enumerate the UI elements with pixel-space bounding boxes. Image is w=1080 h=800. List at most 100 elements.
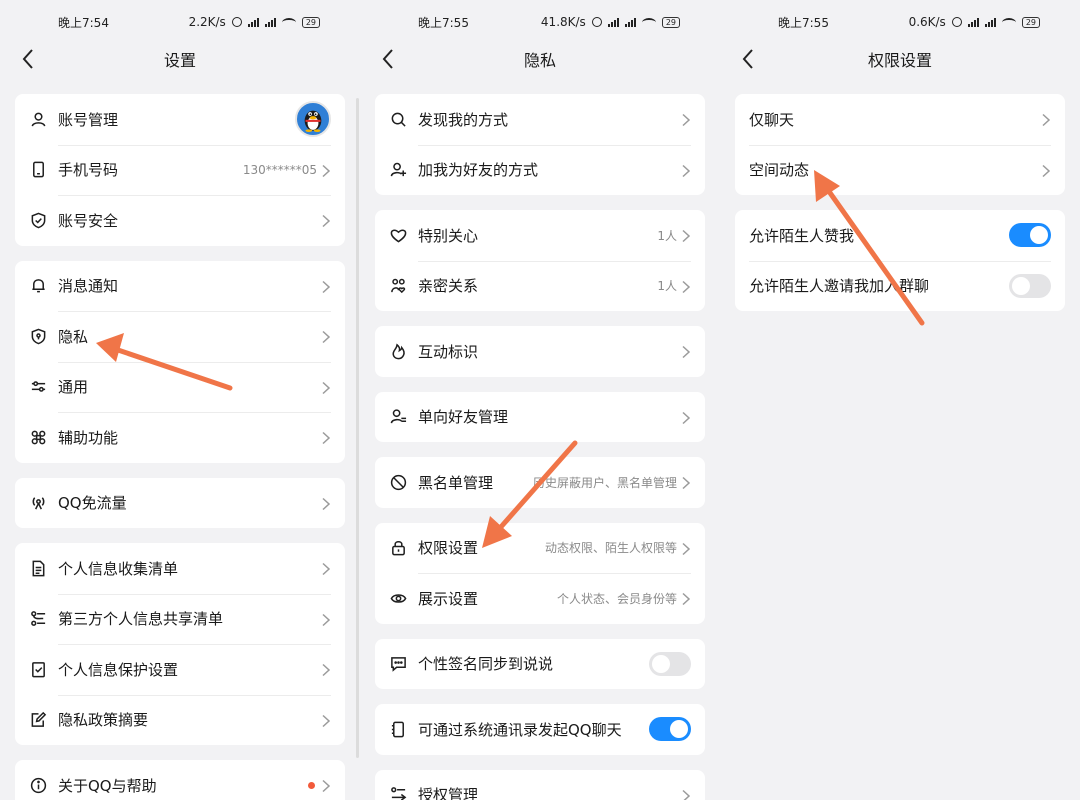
chevron-right-icon bbox=[1042, 164, 1051, 177]
row-label: 账号安全 bbox=[58, 211, 119, 230]
chevron-right-icon bbox=[681, 410, 691, 424]
settings-row[interactable]: 加我为好友的方式 bbox=[375, 144, 705, 196]
settings-group: 账号管理 手机号码 130******05 账号安全 bbox=[15, 94, 345, 246]
row-value: 1人 bbox=[657, 279, 677, 294]
document-list-icon bbox=[29, 559, 47, 577]
notification-dot bbox=[308, 781, 315, 789]
chevron-right-icon bbox=[321, 612, 331, 626]
search-icon bbox=[389, 110, 407, 128]
toggle-switch[interactable] bbox=[1009, 223, 1051, 248]
network-speed: 0.6K/s bbox=[908, 15, 946, 29]
settings-row[interactable]: 授权管理 bbox=[375, 770, 705, 800]
row-value: 1人 bbox=[657, 228, 677, 243]
settings-row[interactable]: 隐私 bbox=[15, 311, 345, 362]
settings-row[interactable]: 个人信息保护设置 bbox=[15, 644, 345, 695]
chevron-right-icon bbox=[1042, 114, 1051, 127]
row-label: 单向好友管理 bbox=[418, 408, 509, 427]
row-label: 个性签名同步到说说 bbox=[418, 655, 554, 674]
row-label: 通用 bbox=[58, 378, 89, 397]
chevron-right-icon bbox=[322, 613, 331, 626]
settings-group: 关于QQ与帮助 bbox=[15, 760, 345, 800]
toggle-switch[interactable] bbox=[649, 651, 691, 676]
status-bar: 晚上7:54 2.2K/s 29 bbox=[0, 0, 360, 44]
authorize-icon bbox=[389, 786, 407, 800]
toggle-switch[interactable] bbox=[649, 717, 691, 742]
settings-row[interactable]: 个人信息收集清单 bbox=[15, 543, 345, 594]
settings-group: 消息通知隐私通用辅助功能 bbox=[15, 260, 345, 463]
row-label: 互动标识 bbox=[418, 342, 479, 361]
avatar[interactable] bbox=[295, 101, 331, 138]
row-label: 消息通知 bbox=[58, 277, 119, 296]
settings-group: 黑名单管理 历史屏蔽用户、黑名单管理 bbox=[375, 457, 705, 508]
block-icon bbox=[389, 473, 407, 491]
toggle-switch[interactable] bbox=[1009, 273, 1051, 298]
settings-row[interactable]: 单向好友管理 bbox=[375, 392, 705, 443]
settings-row[interactable]: 空间动态 bbox=[735, 144, 1065, 196]
phone-icon bbox=[29, 161, 47, 179]
chevron-right-icon bbox=[681, 541, 691, 555]
settings-row[interactable]: 展示设置 个人状态、会员身份等 bbox=[375, 573, 705, 624]
page-title: 设置 bbox=[163, 51, 196, 70]
privacy-shield-icon bbox=[29, 327, 47, 345]
settings-group: 权限设置 动态权限、陌生人权限等 展示设置 个人状态、会员身份等 bbox=[375, 522, 705, 624]
alarm-icon bbox=[951, 17, 962, 27]
settings-row[interactable]: 允许陌生人邀请我加入群聊 bbox=[735, 260, 1065, 312]
settings-row[interactable]: 通用 bbox=[15, 361, 345, 413]
row-label: 允许陌生人赞我 bbox=[749, 226, 855, 245]
settings-row[interactable]: 允许陌生人赞我 bbox=[735, 210, 1065, 261]
toggle-knob bbox=[1030, 226, 1048, 245]
row-label: 关于QQ与帮助 bbox=[58, 776, 157, 795]
settings-group: 仅聊天空间动态 bbox=[735, 94, 1065, 195]
settings-row[interactable]: 个性签名同步到说说 bbox=[375, 639, 705, 690]
chevron-right-icon bbox=[681, 344, 691, 359]
back-button[interactable] bbox=[18, 46, 42, 72]
settings-row[interactable]: 辅助功能 bbox=[15, 412, 345, 463]
qq-penguin-avatar-icon bbox=[304, 110, 322, 133]
sliders-icon bbox=[29, 378, 47, 396]
settings-row[interactable]: 特别关心 1人 bbox=[375, 210, 705, 261]
row-value: 130******05 bbox=[242, 162, 317, 177]
back-button[interactable] bbox=[378, 46, 402, 72]
chevron-left-icon bbox=[22, 49, 33, 69]
settings-row[interactable]: QQ免流量 bbox=[15, 478, 345, 529]
scrollbar[interactable] bbox=[356, 98, 359, 758]
row-label: 仅聊天 bbox=[749, 110, 795, 129]
chevron-right-icon bbox=[682, 114, 691, 127]
chevron-right-icon bbox=[682, 230, 691, 243]
toggle-knob bbox=[1012, 276, 1030, 295]
settings-row[interactable]: 发现我的方式 bbox=[375, 94, 705, 145]
settings-row[interactable]: 消息通知 bbox=[15, 261, 345, 312]
wifi-icon bbox=[641, 17, 656, 27]
settings-row[interactable]: 亲密关系 1人 bbox=[375, 260, 705, 312]
settings-row[interactable]: 隐私政策摘要 bbox=[15, 694, 345, 746]
settings-row[interactable]: 账号安全 bbox=[15, 195, 345, 246]
settings-group: 可通过系统通讯录发起QQ聊天 bbox=[375, 704, 705, 755]
settings-row[interactable]: 第三方个人信息共享清单 bbox=[15, 593, 345, 645]
settings-row[interactable]: 手机号码 130******05 bbox=[15, 144, 345, 196]
back-button[interactable] bbox=[738, 46, 762, 72]
settings-row[interactable]: 互动标识 bbox=[375, 326, 705, 377]
chevron-right-icon bbox=[322, 164, 331, 177]
chevron-right-icon bbox=[321, 430, 331, 445]
status-time: 晚上7:55 bbox=[778, 15, 829, 30]
battery-icon: 29 bbox=[661, 16, 680, 28]
bell-icon bbox=[29, 277, 47, 295]
info-icon bbox=[29, 776, 47, 794]
chevron-right-icon bbox=[322, 381, 331, 394]
row-label: 隐私 bbox=[58, 327, 89, 346]
battery-icon: 29 bbox=[1021, 16, 1040, 28]
chevron-right-icon bbox=[321, 213, 331, 228]
settings-row[interactable]: 权限设置 动态权限、陌生人权限等 bbox=[375, 523, 705, 574]
settings-row[interactable]: 关于QQ与帮助 bbox=[15, 760, 345, 800]
chevron-right-icon bbox=[322, 664, 331, 677]
chevron-right-icon bbox=[321, 496, 331, 510]
nav-bar: 权限设置 bbox=[720, 44, 1080, 74]
settings-row[interactable]: 可通过系统通讯录发起QQ聊天 bbox=[375, 704, 705, 755]
settings-row[interactable]: 账号管理 bbox=[15, 94, 345, 145]
settings-row[interactable]: 黑名单管理 历史屏蔽用户、黑名单管理 bbox=[375, 457, 705, 508]
chevron-right-icon bbox=[681, 591, 691, 606]
chevron-right-icon bbox=[322, 280, 331, 293]
settings-row[interactable]: 仅聊天 bbox=[735, 94, 1065, 145]
chevron-right-icon bbox=[681, 163, 691, 177]
contacts-icon bbox=[389, 720, 407, 738]
